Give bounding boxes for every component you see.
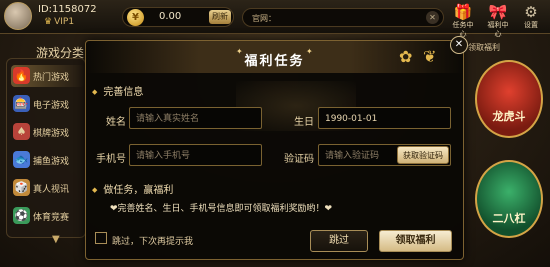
coin-icon: ¥: [127, 9, 144, 26]
code-label: 验证码: [284, 154, 314, 165]
birthday-label: 生日: [294, 117, 314, 128]
phone-label: 手机号: [96, 154, 126, 165]
welfare-center-button[interactable]: 🎀 福利中心: [485, 3, 511, 39]
claim-reward-button[interactable]: 领取福利: [379, 230, 452, 252]
name-input[interactable]: 请输入真实姓名: [129, 107, 262, 129]
coin-value: 0.00: [159, 11, 182, 22]
fish-icon: 🐟: [13, 151, 30, 168]
category-item-slot[interactable]: 🎰 电子游戏: [11, 93, 85, 115]
gear-icon: ⚙: [524, 3, 538, 21]
promo-two-eight[interactable]: 二八杠: [475, 160, 543, 238]
clover-icon: ✿: [399, 47, 413, 66]
category-item-fish[interactable]: 🐟 捕鱼游戏: [11, 149, 85, 171]
section-task-reward: 做任务，赢福利: [92, 181, 173, 196]
category-item-hot[interactable]: 🔥 热门游戏: [11, 65, 85, 87]
category-item-cards[interactable]: ♠ 棋牌游戏: [11, 121, 85, 143]
top-bar: ID:1158072 VIP1 ¥ 0.00 刷新 官网： ✕ 🎁 任务中心 🎀…: [0, 0, 550, 38]
coin-balance: ¥ 0.00 刷新: [122, 7, 234, 27]
user-id: ID:1158072: [38, 4, 97, 15]
gift-box-icon: 🎀: [488, 3, 508, 21]
skip-button[interactable]: 跳过: [310, 230, 368, 252]
refresh-button[interactable]: 刷新: [209, 10, 231, 24]
notice-label: 官网：: [252, 14, 276, 23]
category-item-sports[interactable]: ⚽ 体育竞赛: [11, 205, 85, 227]
chevron-down-icon[interactable]: ▼: [52, 234, 60, 245]
category-label: 热门游戏: [33, 73, 70, 83]
category-panel: 🔥 热门游戏 🎰 电子游戏 ♠ 棋牌游戏 🐟 捕鱼游戏 🎲 真人视讯 ⚽ 体育竞…: [6, 58, 86, 238]
task-center-button[interactable]: 🎁 任务中心: [450, 3, 476, 39]
skip-next-time-checkbox[interactable]: [95, 232, 107, 244]
skip-next-time-label[interactable]: 跳过，下次再提示我: [112, 234, 193, 247]
category-label: 棋牌游戏: [33, 129, 70, 139]
category-label: 真人视讯: [33, 185, 70, 195]
name-label: 姓名: [106, 117, 126, 128]
welfare-center-label: 福利中心: [487, 21, 509, 38]
avatar[interactable]: [4, 2, 32, 30]
welfare-task-modal: ✦ ✦ 福利任务 ✿ ❦ 完善信息 姓名 请输入真实姓名 生日 1990-01-…: [85, 40, 464, 260]
leaf-icon: ❦: [423, 47, 437, 66]
reward-description: ❤完善姓名、生日、手机号信息即可领取福利奖励哟！❤: [110, 204, 333, 214]
settings-label: 设置: [524, 21, 538, 29]
notice-bar[interactable]: 官网： ✕: [242, 8, 444, 27]
promo-label: 龙虎斗: [492, 110, 526, 123]
cards-icon: ♠: [13, 123, 30, 140]
gift-icon: 🎁: [453, 3, 473, 21]
category-item-live[interactable]: 🎲 真人视讯: [11, 177, 85, 199]
side-welfare-text[interactable]: 领取福利: [468, 42, 500, 53]
settings-button[interactable]: ⚙ 设置: [518, 3, 544, 30]
hot-icon: 🔥: [13, 67, 30, 84]
promo-dragon-tiger[interactable]: 龙虎斗: [475, 60, 543, 138]
get-code-button[interactable]: 获取验证码: [397, 146, 449, 164]
live-icon: 🎲: [13, 179, 30, 196]
section-complete-info: 完善信息: [92, 83, 143, 98]
close-icon[interactable]: ✕: [426, 11, 439, 24]
sports-icon: ⚽: [13, 207, 30, 224]
birthday-input[interactable]: 1990-01-01: [318, 107, 451, 129]
slot-icon: 🎰: [13, 95, 30, 112]
close-icon[interactable]: ✕: [450, 36, 468, 54]
phone-input[interactable]: 请输入手机号: [129, 144, 262, 166]
category-label: 体育竞赛: [33, 213, 70, 223]
vip-badge: VIP1: [44, 17, 74, 27]
category-label: 电子游戏: [33, 101, 70, 111]
category-label: 捕鱼游戏: [33, 157, 70, 167]
promo-label: 二八杠: [492, 212, 526, 225]
